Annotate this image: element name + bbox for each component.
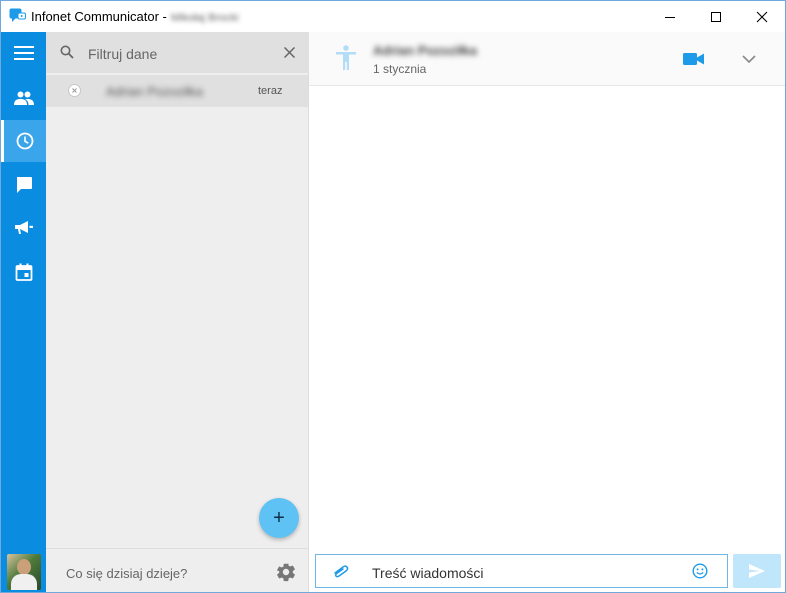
avatar[interactable] [7, 554, 41, 590]
rail-item-announcements[interactable] [1, 207, 46, 249]
nav-rail [1, 32, 46, 592]
megaphone-icon [14, 221, 33, 234]
calendar-icon [15, 263, 32, 281]
chat-contact-name: Adrian Pozoziłka [373, 43, 478, 58]
chat-messages-area [309, 86, 785, 548]
expand-header-button[interactable] [739, 49, 759, 69]
clear-filter-icon[interactable] [284, 47, 295, 58]
list-item[interactable]: Adrian Pozoziłka teraz [46, 75, 308, 107]
close-icon [756, 11, 768, 22]
app-logo-icon [9, 8, 26, 22]
message-composer [315, 554, 728, 588]
video-call-icon[interactable] [683, 51, 705, 67]
hamburger-icon [13, 46, 34, 60]
maximize-button[interactable] [693, 1, 739, 32]
message-input[interactable] [370, 562, 674, 584]
title-bar: Infonet Communicator - Mikołaj Brocki [1, 1, 785, 32]
rail-item-calendar[interactable] [1, 251, 46, 293]
new-conversation-button[interactable]: + [259, 498, 299, 538]
send-button[interactable] [733, 554, 781, 588]
minimize-button[interactable] [647, 1, 693, 32]
person-icon [336, 45, 356, 70]
window-title-user: Mikołaj Brocki [170, 12, 239, 24]
chat-bubble-icon [16, 177, 32, 193]
conversation-time: teraz [258, 85, 283, 97]
rail-item-chats[interactable] [1, 164, 46, 206]
status-bar [46, 548, 308, 592]
gear-icon [277, 563, 295, 582]
window-title: Infonet Communicator - Mikołaj Brocki [31, 9, 239, 24]
emoji-icon[interactable] [692, 563, 708, 579]
chat-date: 1 stycznia [373, 62, 427, 76]
conversation-name: Adrian Pozoziłka [106, 84, 203, 99]
avatar-head [17, 559, 31, 575]
chat-header: Adrian Pozoziłka 1 stycznia [309, 32, 785, 86]
conversation-list-panel: Adrian Pozoziłka teraz + [46, 32, 309, 592]
minimize-icon [665, 16, 675, 18]
filter-bar [46, 32, 309, 73]
status-input[interactable] [64, 562, 258, 584]
people-icon [13, 91, 34, 105]
avatar-body [11, 574, 37, 590]
status-x-icon [72, 88, 77, 93]
app-window: Infonet Communicator - Mikołaj Brocki Fi… [0, 0, 786, 593]
window-title-text: Infonet Communicator - [31, 9, 167, 24]
clock-icon [16, 132, 34, 150]
chevron-down-icon [742, 54, 756, 63]
offline-status-icon [68, 84, 81, 97]
filter-input[interactable] [86, 42, 270, 66]
rail-item-recent[interactable] [1, 120, 46, 162]
settings-button[interactable] [274, 560, 298, 584]
paperclip-icon[interactable] [332, 564, 350, 578]
menu-button[interactable] [1, 32, 46, 74]
rail-item-contacts[interactable] [1, 77, 46, 119]
search-icon [60, 45, 74, 59]
send-icon [749, 564, 765, 578]
maximize-icon [711, 11, 721, 22]
close-button[interactable] [739, 1, 785, 32]
